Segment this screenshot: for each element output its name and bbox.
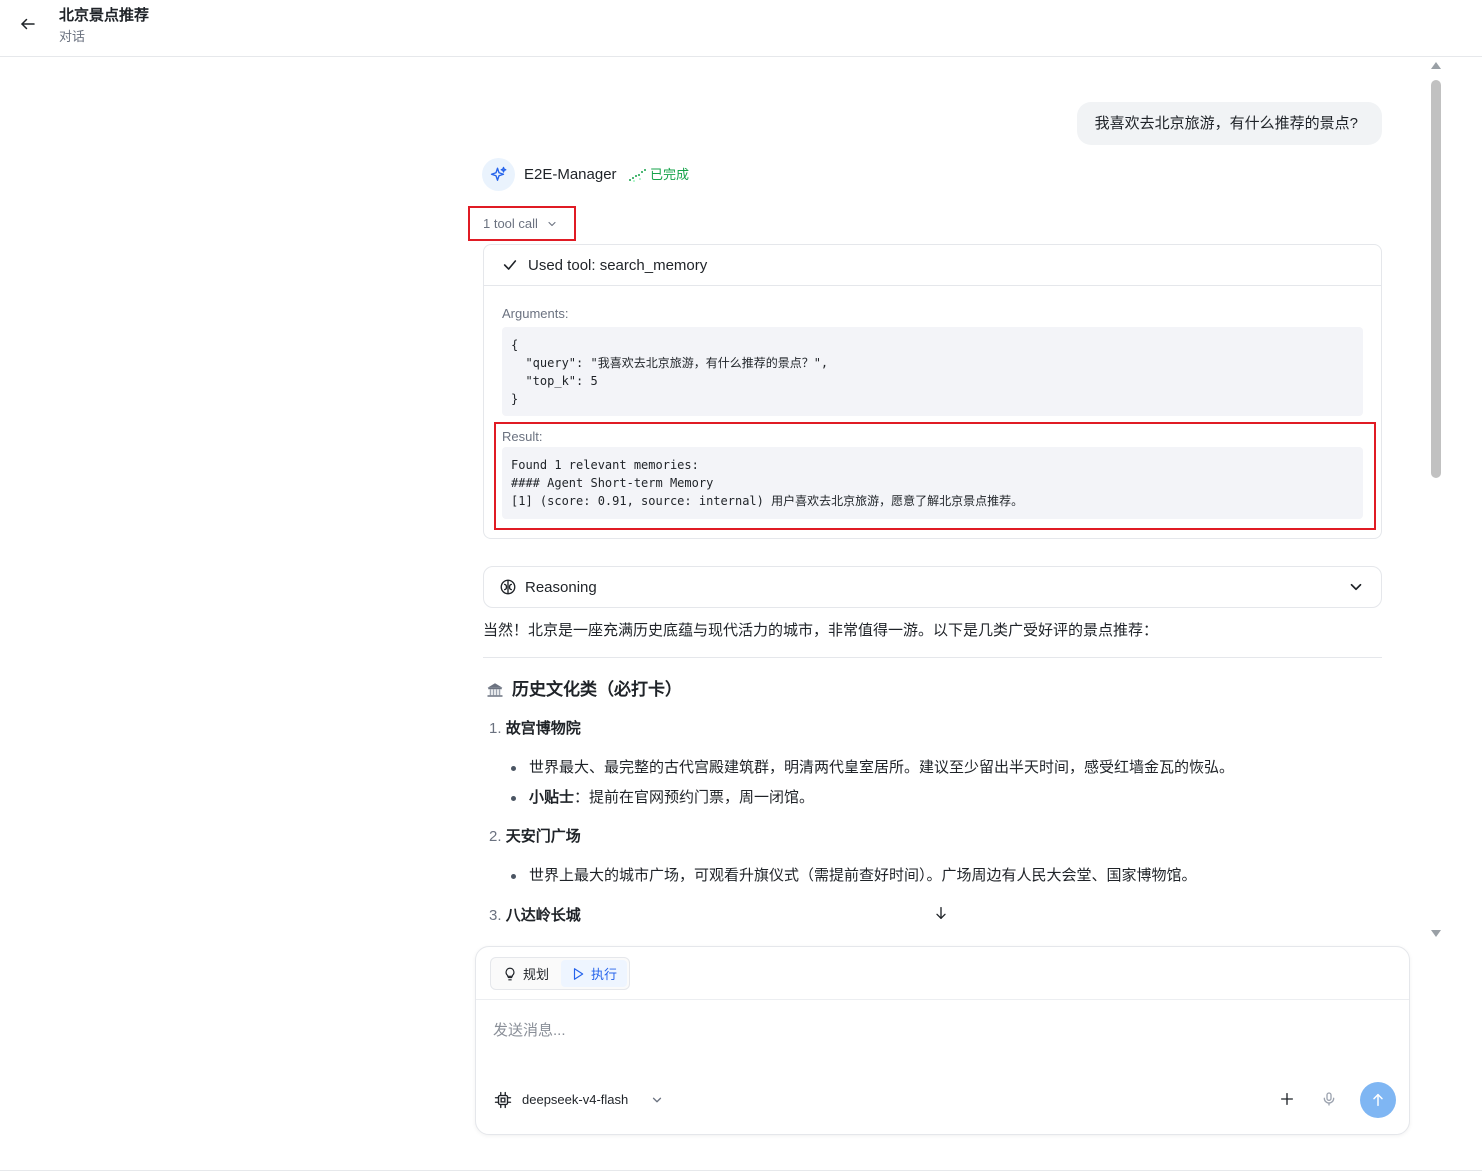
arguments-label: Arguments: [502,306,569,321]
bullet-text: 世界最大、最完整的古代宫殿建筑群，明清两代皇室居所。建议至少留出半天时间，感受红… [529,759,1235,776]
chevron-down-icon [548,221,556,227]
list-item-title: 故宫博物院 [505,720,581,737]
agent-avatar [482,158,515,191]
page-title: 北京景点推荐 [59,7,150,24]
sparkle-icon [490,166,506,181]
play-icon [573,967,584,980]
bullet-item: 世界最大、最完整的古代宫殿建筑群，明清两代皇室居所。建议至少留出半天时间，感受红… [511,757,1234,779]
list-item-number: 3. [489,907,502,924]
result-label: Result: [502,429,543,444]
composer-divider [476,999,1409,1000]
model-selector[interactable]: deepseek-v4-flash [494,1090,664,1110]
page-subtitle: 对话 [59,29,86,44]
bottom-divider [0,1170,1482,1171]
user-message-bubble: 我喜欢去北京旅游，有什么推荐的景点? [1076,102,1382,145]
scroll-thumb[interactable] [1431,80,1441,478]
bullet-text: ：提前在官网预约门票，周一闭馆。 [574,789,815,806]
message-composer: 规划 执行 deepseek-v4-flash [475,946,1410,1135]
list-item-3: 3. 八达岭长城 [489,905,581,927]
arrow-up-icon [1373,1093,1383,1107]
list-item-title: 八达岭长城 [505,907,581,924]
chevron-down-icon [653,1097,662,1103]
list-item-number: 1. [489,720,502,737]
back-button[interactable] [16,12,40,36]
message-input[interactable] [493,1015,1373,1045]
arguments-code-block: { "query": "我喜欢去北京旅游，有什么推荐的景点？", "top_k"… [502,327,1363,416]
status-text: 已完成 [650,167,690,182]
top-bar: 北京景点推荐 对话 [0,0,1482,57]
scroll-up-arrow-icon[interactable] [1431,62,1441,69]
tool-call-toggle-label: 1 tool call [483,216,538,231]
model-name: deepseek-v4-flash [522,1092,629,1107]
reasoning-toggle[interactable]: Reasoning [483,566,1382,608]
cpu-chip-icon [494,1091,512,1109]
microphone-icon [1323,1092,1335,1106]
scroll-to-bottom-button[interactable] [930,902,952,924]
bullet-bold-text: 小贴士 [529,789,575,806]
bullet-text: 世界上最大的城市广场，可观看升旗仪式（需提前查好时间）。广场周边有人民大会堂、国… [529,867,1197,884]
title-block: 北京景点推荐 对话 [59,6,149,47]
mode-execute-label: 执行 [591,967,618,982]
tool-card-header[interactable]: Used tool: search_memory [483,244,1382,286]
mode-switch: 规划 执行 [490,957,631,990]
arrow-down-icon [936,907,946,919]
scroll-down-arrow-icon[interactable] [1431,930,1441,937]
tool-call-toggle[interactable]: 1 tool call [483,214,558,234]
list-item-1: 1. 故宫博物院 [489,718,581,740]
answer-intro: 当然！北京是一座充满历史底蕴与现代活力的城市，非常值得一游。以下是几类广受好评的… [483,622,1159,639]
result-code-block: Found 1 relevant memories: #### Agent Sh… [502,447,1363,519]
bullet-item: 世界上最大的城市广场，可观看升旗仪式（需提前查好时间）。广场周边有人民大会堂、国… [511,865,1197,887]
section-heading-text: 历史文化类（必打卡） [512,680,682,699]
brain-icon [500,579,516,595]
bullet-item: 小贴士：提前在官网预约门票，周一闭馆。 [511,787,814,809]
plus-icon [1281,1093,1293,1105]
lightbulb-icon [505,967,515,980]
check-icon [503,260,517,270]
arrow-left-icon [21,18,35,30]
list-item-2: 2. 天安门广场 [489,826,581,848]
list-item-number: 2. [489,828,502,845]
voice-input-button[interactable] [1318,1088,1340,1110]
attach-button[interactable] [1276,1088,1298,1110]
send-button[interactable] [1360,1082,1396,1118]
list-item-title: 天安门广场 [505,828,581,845]
mode-plan-label: 规划 [523,967,550,982]
chat-scrollbar[interactable] [1428,62,1444,938]
classical-building-icon [487,683,503,697]
dotted-trend-icon [629,169,646,182]
agent-status: 已完成 [628,165,689,185]
chevron-down-icon [1350,583,1362,591]
agent-name: E2E-Manager [524,166,617,183]
answer-divider [483,657,1382,658]
section-heading: 历史文化类（必打卡） [486,678,682,702]
mode-plan-button[interactable]: 规划 [493,960,559,987]
reasoning-label: Reasoning [525,578,597,596]
tool-card-title: Used tool: search_memory [528,256,708,274]
mode-execute-button[interactable]: 执行 [561,960,628,987]
